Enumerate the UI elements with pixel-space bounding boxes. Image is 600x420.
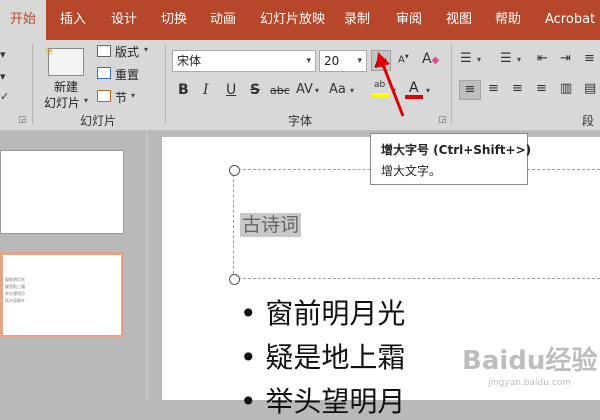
- group-label-slides: 幻灯片: [80, 114, 117, 128]
- numbering-icon[interactable]: ☰: [500, 51, 512, 66]
- tab-home[interactable]: 开始: [0, 0, 46, 40]
- tab-design[interactable]: 设计: [111, 0, 137, 40]
- font-name-value: 宋体: [177, 54, 202, 68]
- clipboard-launcher-icon[interactable]: ◲: [18, 115, 27, 125]
- thumbnail-text: 举头望明月: [5, 291, 25, 296]
- tab-record[interactable]: 录制: [344, 0, 370, 40]
- slide-thumbnail-2[interactable]: 窗前明月光 疑是地上霜 举头望明月 低头思故乡: [0, 252, 124, 338]
- thumbnail-text: 低头思故乡: [5, 298, 25, 303]
- bold-icon[interactable]: B: [178, 82, 189, 98]
- bullet-text: 举头望明月: [265, 385, 406, 418]
- tab-help[interactable]: 帮助: [495, 0, 521, 40]
- justify-icon[interactable]: ≡: [536, 81, 547, 96]
- bullet-line-3[interactable]: • 举头望明月: [240, 380, 405, 420]
- chevron-down-icon[interactable]: ▾: [131, 91, 135, 100]
- slide-thumbnail-1[interactable]: [0, 150, 124, 234]
- group-label-paragraph: 段: [582, 114, 595, 128]
- tab-acrobat[interactable]: Acrobat: [545, 0, 595, 40]
- decrease-indent-icon[interactable]: ⇤: [537, 51, 548, 66]
- layout-icon[interactable]: [97, 45, 111, 57]
- resize-handle[interactable]: [229, 165, 240, 176]
- font-size-value: 20: [324, 54, 340, 68]
- tab-animations[interactable]: 动画: [210, 0, 236, 40]
- ribbon-tab-bar: 开始 插入 设计 切换 动画 幻灯片放映 录制 审阅 视图 帮助 Acrobat: [0, 0, 600, 40]
- font-size-combobox[interactable]: 20 ▾: [319, 50, 367, 72]
- clear-formatting-icon[interactable]: A◆: [422, 51, 439, 67]
- chevron-down-icon[interactable]: ▾: [477, 55, 481, 64]
- group-separator: [32, 44, 33, 124]
- text-shadow-icon[interactable]: S: [250, 82, 260, 98]
- align-right-icon[interactable]: ≡: [512, 81, 523, 96]
- tooltip-description: 增大文字。: [381, 164, 442, 178]
- watermark-logo: Baidu经验: [462, 346, 598, 376]
- strikethrough-icon[interactable]: abc: [270, 84, 290, 97]
- chevron-down-icon[interactable]: ▾: [517, 55, 521, 64]
- tooltip: 增大字号 (Ctrl+Shift+>) 增大文字。: [370, 133, 532, 185]
- tab-review[interactable]: 审阅: [396, 0, 422, 40]
- pane-divider[interactable]: [146, 131, 148, 400]
- watermark-url: jingyan.baidu.com: [488, 378, 572, 388]
- thumbnail-text: 疑是地上霜: [5, 284, 25, 289]
- tab-insert[interactable]: 插入: [60, 0, 86, 40]
- italic-icon[interactable]: I: [203, 82, 209, 98]
- increase-indent-icon[interactable]: ⇥: [560, 51, 571, 66]
- new-slide-label-2[interactable]: 幻灯片: [44, 94, 80, 111]
- new-slide-icon[interactable]: ✳: [45, 45, 84, 76]
- columns-icon[interactable]: ▥: [560, 81, 572, 96]
- layout-button[interactable]: 版式: [115, 43, 139, 60]
- distributed-icon[interactable]: ▤: [584, 81, 596, 96]
- chevron-down-icon[interactable]: ▾: [306, 51, 311, 71]
- bullet-line-2[interactable]: • 疑是地上霜: [240, 336, 405, 376]
- group-label-font: 字体: [288, 114, 313, 128]
- font-name-combobox[interactable]: 宋体 ▾: [172, 50, 316, 72]
- annotation-arrow-icon: [376, 52, 405, 117]
- bullet-text: 疑是地上霜: [265, 341, 406, 374]
- tab-transitions[interactable]: 切换: [161, 0, 187, 40]
- bullet-line-1[interactable]: • 窗前明月光: [240, 292, 405, 332]
- reset-button[interactable]: 重置: [115, 66, 139, 83]
- group-separator: [165, 44, 166, 124]
- clipboard-partial-icon[interactable]: ▾: [0, 48, 6, 61]
- font-dialog-launcher-icon[interactable]: ◲: [438, 115, 447, 125]
- chevron-down-icon[interactable]: ▾: [357, 51, 362, 71]
- format-painter-partial-icon[interactable]: ✓: [0, 90, 9, 103]
- change-case-icon[interactable]: Aa: [329, 82, 346, 97]
- resize-handle[interactable]: [229, 274, 240, 285]
- section-icon[interactable]: [97, 90, 111, 102]
- section-button[interactable]: 节: [115, 89, 127, 106]
- bullet-text: 窗前明月光: [265, 297, 406, 330]
- reset-icon[interactable]: [97, 67, 111, 79]
- copy-partial-icon[interactable]: ▾: [0, 70, 6, 83]
- group-separator: [451, 44, 452, 124]
- thumbnail-text: 窗前明月光: [5, 277, 25, 282]
- underline-icon[interactable]: U: [226, 82, 236, 98]
- ribbon-panel: ▾ ▾ ✓ ◲ ✳ 新建 幻灯片 ▾ 版式 ▾ 重置 节 ▾ 幻灯片 宋体 ▾ …: [0, 40, 600, 131]
- chevron-down-icon[interactable]: ▾: [144, 45, 148, 54]
- chevron-down-icon[interactable]: ▾: [315, 86, 319, 95]
- align-center-icon[interactable]: ≡: [488, 81, 499, 96]
- new-slide-label-1[interactable]: 新建: [54, 78, 78, 95]
- chevron-down-icon[interactable]: ▾: [84, 96, 88, 105]
- character-spacing-icon[interactable]: AV: [296, 82, 313, 97]
- tab-view[interactable]: 视图: [446, 0, 472, 40]
- align-left-button[interactable]: ≡: [459, 80, 481, 100]
- slide-title-text[interactable]: 古诗词: [240, 213, 302, 237]
- tab-slideshow[interactable]: 幻灯片放映: [260, 0, 325, 40]
- chevron-down-icon[interactable]: ▾: [350, 86, 354, 95]
- line-spacing-icon[interactable]: ≡: [584, 51, 595, 66]
- tooltip-title: 增大字号 (Ctrl+Shift+>): [381, 143, 532, 157]
- chevron-down-icon[interactable]: ▾: [426, 86, 430, 95]
- bullets-icon[interactable]: ☰: [460, 51, 472, 66]
